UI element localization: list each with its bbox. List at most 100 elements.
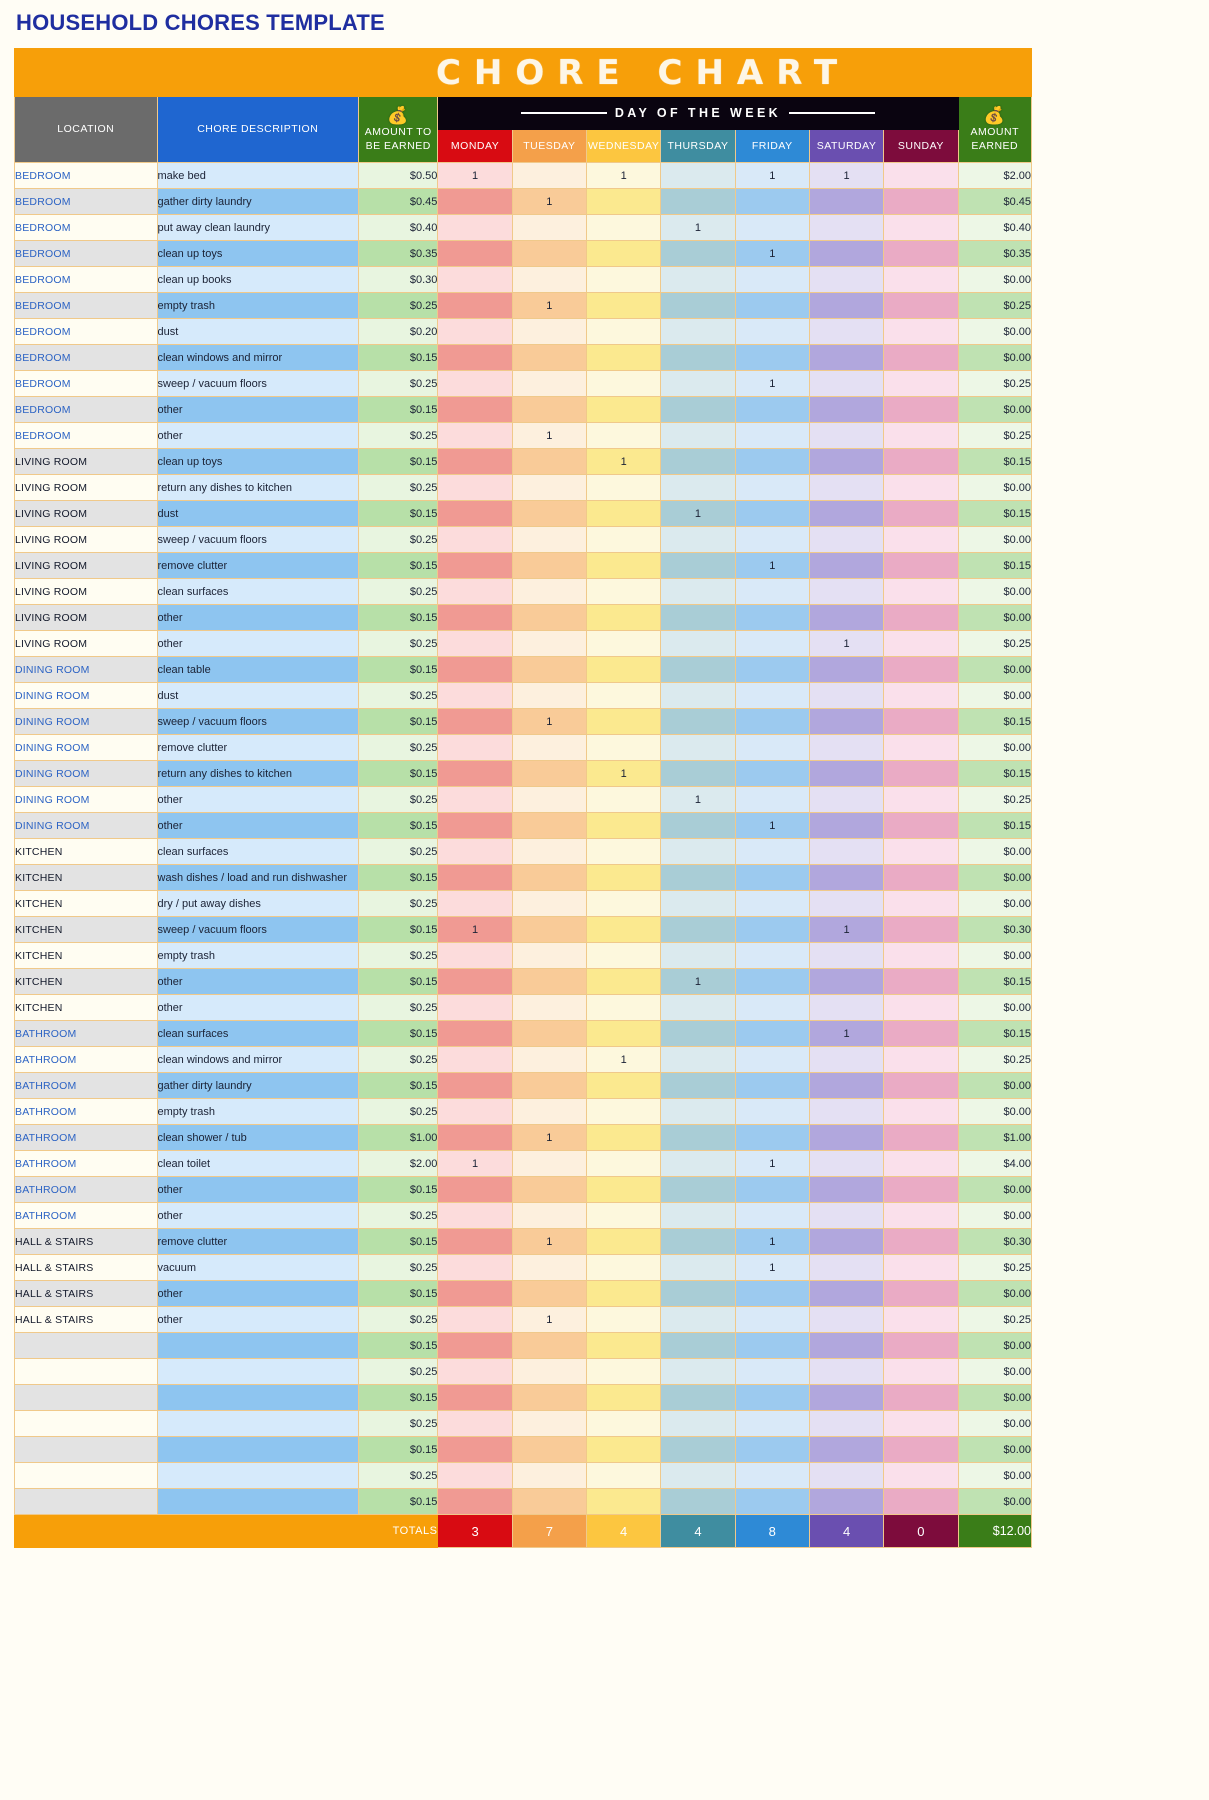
cell-day-mon[interactable] [437,1228,513,1255]
cell-amount-to-be-earned[interactable]: $0.15 [358,604,439,631]
cell-chore-description[interactable]: other [156,968,360,995]
cell-day-tue[interactable] [511,1150,588,1177]
cell-day-mon[interactable] [437,942,513,969]
cell-day-sun[interactable] [883,552,959,579]
cell-day-wed[interactable] [586,1228,662,1255]
cell-day-sat[interactable] [808,1436,885,1463]
cell-day-mon[interactable] [437,214,513,241]
cell-day-tue[interactable] [511,578,588,605]
table-row[interactable]: KITCHEN dry / put away dishes $0.25 $0.00 [14,890,1032,917]
cell-day-thu[interactable] [660,1254,736,1281]
cell-day-fri[interactable] [734,942,810,969]
cell-chore-description[interactable]: clean toilet [156,1150,360,1177]
cell-day-fri[interactable] [734,1436,810,1463]
cell-chore-description[interactable]: clean table [156,656,360,683]
cell-chore-description[interactable] [156,1410,360,1437]
cell-day-mon[interactable] [437,552,513,579]
cell-day-sat[interactable]: 1 [808,162,885,189]
cell-day-sun[interactable] [883,864,959,891]
cell-day-fri[interactable] [734,396,810,423]
cell-day-tue[interactable] [511,162,588,189]
cell-location[interactable]: BEDROOM [14,266,158,293]
cell-day-mon[interactable] [437,240,513,267]
cell-location[interactable]: KITCHEN [14,916,158,943]
cell-day-tue[interactable] [511,994,588,1021]
cell-chore-description[interactable]: clean surfaces [156,838,360,865]
cell-day-wed[interactable] [586,214,662,241]
cell-day-sat[interactable] [808,1462,885,1489]
table-row[interactable]: $0.15 $0.00 [14,1384,1032,1411]
cell-location[interactable]: HALL & STAIRS [14,1306,158,1333]
cell-location[interactable]: KITCHEN [14,890,158,917]
table-row[interactable]: DINING ROOM dust $0.25 $0.00 [14,682,1032,709]
cell-day-sat[interactable] [808,1176,885,1203]
cell-location[interactable]: BATHROOM [14,1176,158,1203]
cell-day-sat[interactable] [808,1384,885,1411]
table-row[interactable]: BATHROOM other $0.25 $0.00 [14,1202,1032,1229]
cell-amount-to-be-earned[interactable]: $0.15 [358,656,439,683]
cell-day-sat[interactable]: 1 [808,1020,885,1047]
cell-day-thu[interactable] [660,1280,736,1307]
cell-day-sat[interactable] [808,1046,885,1073]
table-row[interactable]: BEDROOM make bed $0.50 1 1 1 1 $2.00 [14,162,1032,189]
cell-location[interactable] [14,1462,158,1489]
cell-day-tue[interactable] [511,630,588,657]
cell-chore-description[interactable]: dust [156,682,360,709]
cell-day-tue[interactable] [511,266,588,293]
cell-amount-to-be-earned[interactable]: $0.25 [358,292,439,319]
cell-amount-to-be-earned[interactable]: $0.15 [358,1280,439,1307]
table-row[interactable]: DINING ROOM return any dishes to kitchen $… [14,760,1032,787]
cell-day-fri[interactable] [734,266,810,293]
table-row[interactable]: KITCHEN wash dishes / load and run dishwa… [14,864,1032,891]
cell-day-thu[interactable] [660,1384,736,1411]
cell-chore-description[interactable]: clean surfaces [156,1020,360,1047]
cell-day-mon[interactable] [437,1462,513,1489]
cell-chore-description[interactable]: sweep / vacuum floors [156,370,360,397]
cell-day-sat[interactable] [808,1358,885,1385]
cell-day-sat[interactable] [808,1488,885,1515]
cell-day-fri[interactable] [734,708,810,735]
cell-day-mon[interactable] [437,1124,513,1151]
cell-day-sat[interactable] [808,344,885,371]
cell-day-thu[interactable] [660,188,736,215]
cell-location[interactable] [14,1436,158,1463]
cell-day-thu[interactable] [660,1098,736,1125]
cell-day-wed[interactable] [586,1280,662,1307]
cell-chore-description[interactable]: other [156,1202,360,1229]
cell-day-sun[interactable] [883,890,959,917]
cell-location[interactable]: LIVING ROOM [14,578,158,605]
cell-day-mon[interactable] [437,968,513,995]
cell-day-mon[interactable] [437,864,513,891]
cell-amount-to-be-earned[interactable]: $0.15 [358,812,439,839]
cell-day-mon[interactable] [437,734,513,761]
cell-day-mon[interactable]: 1 [437,162,513,189]
cell-day-mon[interactable] [437,500,513,527]
cell-chore-description[interactable]: other [156,786,360,813]
cell-day-wed[interactable] [586,1124,662,1151]
cell-amount-to-be-earned[interactable]: $0.45 [358,188,439,215]
cell-day-sun[interactable] [883,162,959,189]
cell-amount-to-be-earned[interactable]: $0.15 [358,500,439,527]
cell-day-thu[interactable] [660,1488,736,1515]
cell-day-sat[interactable] [808,474,885,501]
cell-location[interactable] [14,1384,158,1411]
cell-day-wed[interactable] [586,708,662,735]
cell-day-tue[interactable] [511,448,588,475]
cell-day-mon[interactable] [437,1358,513,1385]
cell-day-thu[interactable] [660,162,736,189]
table-row[interactable]: $0.15 $0.00 [14,1332,1032,1359]
cell-day-mon[interactable] [437,370,513,397]
cell-location[interactable] [14,1358,158,1385]
cell-day-wed[interactable]: 1 [586,760,662,787]
cell-day-wed[interactable]: 1 [586,448,662,475]
table-row[interactable]: BEDROOM clean up toys $0.35 1 $0.35 [14,240,1032,267]
cell-day-sun[interactable] [883,604,959,631]
cell-day-sun[interactable] [883,1202,959,1229]
cell-chore-description[interactable]: clean up toys [156,240,360,267]
cell-chore-description[interactable]: other [156,1280,360,1307]
cell-day-wed[interactable] [586,1358,662,1385]
cell-location[interactable] [14,1488,158,1515]
cell-day-tue[interactable] [511,864,588,891]
table-row[interactable]: LIVING ROOM clean surfaces $0.25 $0.00 [14,578,1032,605]
table-row[interactable]: DINING ROOM other $0.15 1 $0.15 [14,812,1032,839]
